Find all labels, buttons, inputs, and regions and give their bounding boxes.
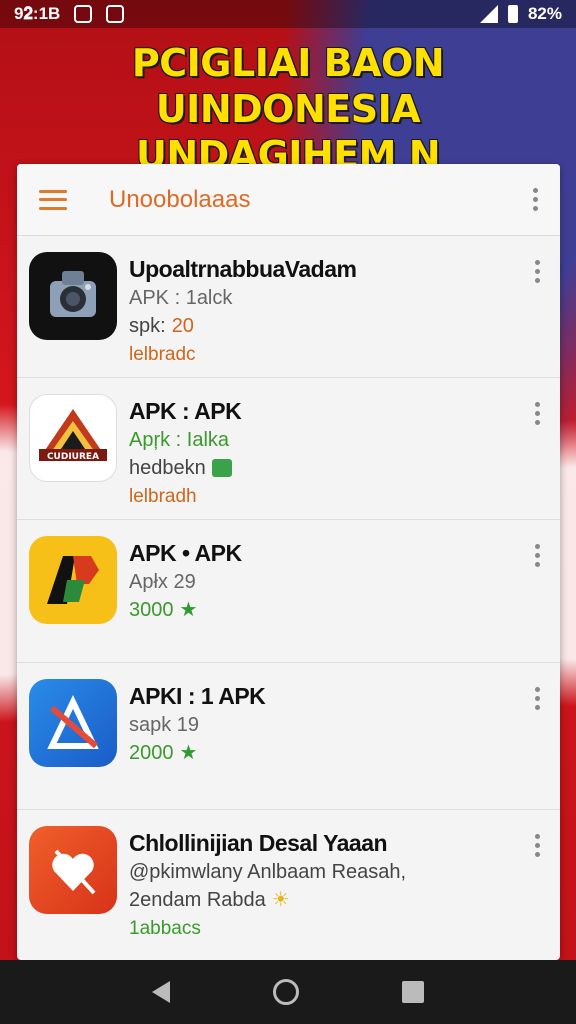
status-time: 9𝟐:1B <box>14 4 61 23</box>
recents-icon[interactable] <box>402 981 425 1003</box>
app-meta-label: spk: <box>129 315 166 337</box>
toolbar: Unoobolaaas <box>17 164 560 236</box>
list-item[interactable]: APKI : 1 APK sapk 19 2000 ★ <box>17 663 560 810</box>
sun-icon: ☀ <box>271 889 290 911</box>
app-subtitle: APK : 1alck <box>129 287 233 309</box>
battery-icon <box>507 5 518 23</box>
list-item[interactable]: APK • APK Apłx 29 3000 ★ <box>17 520 560 663</box>
app-meta: 3000 ★ <box>129 596 242 624</box>
app-subtitle: sapk 19 <box>129 714 200 736</box>
notification-icon <box>74 5 93 23</box>
app-meta-value: 2000 <box>129 742 174 764</box>
signal-icon <box>479 5 498 23</box>
heart-tool-icon <box>29 826 117 914</box>
app-list-panel: Unoobolaaas UpoaltrnabbuaVadam APK : 1al… <box>17 164 560 960</box>
mountain-logo-icon: CUDIUREA <box>29 394 117 482</box>
app-tag: 1abbacs <box>129 918 201 939</box>
app-subtitle: Apłx 29 <box>129 571 196 593</box>
app-list: UpoaltrnabbuaVadam APK : 1alck spk: 20 l… <box>17 236 560 960</box>
list-item[interactable]: CUDIUREA APK : APK Apŗk : Ialka hedbekn … <box>17 378 560 520</box>
app-name: Chlollinijian Desal Yaaan <box>129 830 388 856</box>
app-name: APKI : 1 APK <box>129 683 266 709</box>
app-meta: 2000 ★ <box>129 739 265 767</box>
banner-line-1: PCIGLIAI BAON UINDONESIA <box>131 41 445 131</box>
home-icon[interactable] <box>272 979 299 1005</box>
item-overflow-icon[interactable] <box>534 260 540 283</box>
battery-percent: 82% <box>527 4 562 23</box>
app-meta: 2endam Rabda ☀ <box>129 886 406 914</box>
list-item[interactable]: Chlollinijian Desal Yaaan @pkimwlany Anl… <box>17 810 560 960</box>
app-name: APK : APK <box>129 398 242 424</box>
app-name: UpoaltrnabbuaVadam <box>129 256 357 282</box>
star-icon: ★ <box>179 599 198 621</box>
app-meta-value: 20 <box>171 315 194 337</box>
item-overflow-icon[interactable] <box>534 402 540 425</box>
app-meta-value: 3000 <box>129 599 174 621</box>
camera-icon <box>29 252 117 340</box>
app-name: APK • APK <box>129 540 242 566</box>
ap-logo-icon <box>29 536 117 624</box>
star-icon: ★ <box>179 742 198 764</box>
app-subtitle: Apŗk : Ialka <box>129 429 230 451</box>
item-overflow-icon[interactable] <box>534 544 540 567</box>
back-icon[interactable] <box>151 981 170 1003</box>
navigation-bar <box>0 960 576 1024</box>
app-meta: hedbekn <box>129 454 241 482</box>
app-meta: spk: 20 <box>129 312 356 340</box>
app-meta-label: hedbekn <box>129 457 206 479</box>
app-tag: lelbradh <box>129 486 197 507</box>
menu-icon[interactable] <box>39 189 67 210</box>
overflow-menu-icon[interactable] <box>532 188 538 211</box>
item-overflow-icon[interactable] <box>534 834 540 857</box>
toolbar-title: Unoobolaaas <box>109 185 251 213</box>
item-overflow-icon[interactable] <box>534 687 540 710</box>
status-bar: 9𝟐:1B 82% <box>0 0 576 28</box>
verified-badge-icon <box>211 459 232 477</box>
app-tag: lelbradc <box>129 344 196 365</box>
home-notification-icon <box>106 5 125 23</box>
app-meta-label: 2endam Rabda <box>129 889 266 911</box>
app-subtitle: @pkimwlany Anlbaam Reasah, <box>129 861 407 883</box>
svg-text:CUDIUREA: CUDIUREA <box>47 452 99 462</box>
list-item[interactable]: UpoaltrnabbuaVadam APK : 1alck spk: 20 l… <box>17 236 560 378</box>
blue-triangle-icon <box>29 679 117 767</box>
